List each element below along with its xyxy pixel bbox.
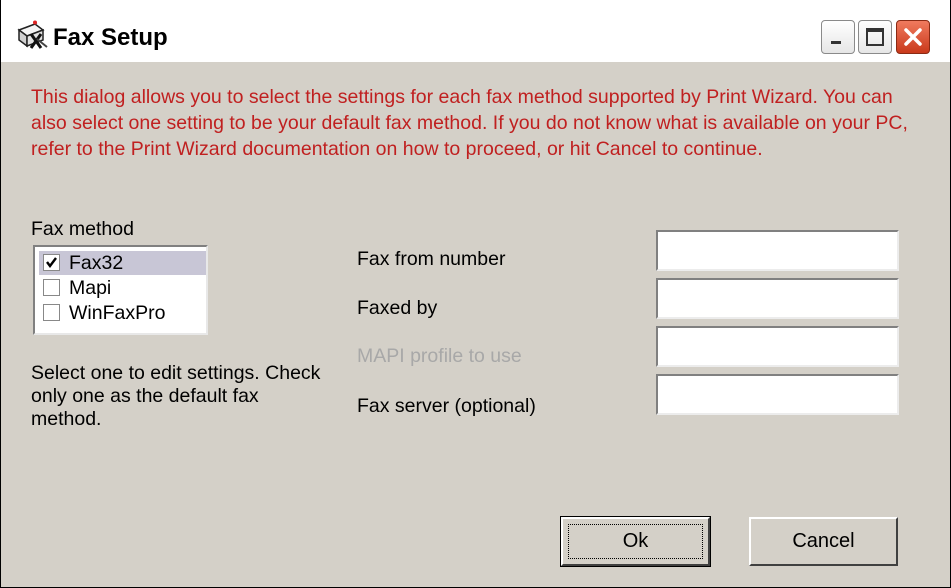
info-description: This dialog allows you to select the set…: [31, 86, 908, 160]
window-title: Fax Setup: [53, 24, 168, 51]
list-item-label: Fax32: [69, 252, 124, 274]
mapi-profile-label: MAPI profile to use: [357, 345, 522, 367]
ok-button[interactable]: Ok: [560, 516, 711, 567]
focus-rectangle: [568, 524, 703, 559]
fax-method-list[interactable]: Fax32 Mapi WinFaxPro: [33, 245, 208, 335]
list-item-winfaxpro[interactable]: WinFaxPro: [39, 301, 206, 325]
faxed-by-label: Faxed by: [357, 297, 438, 319]
cancel-button-label: Cancel: [792, 530, 855, 552]
mapi-profile-field[interactable]: [656, 326, 899, 367]
fax-from-number-label: Fax from number: [357, 248, 506, 270]
fax-server-field[interactable]: [656, 374, 899, 415]
fax-from-number-field[interactable]: [656, 230, 899, 271]
fax-setup-dialog: Fax Setup This dialog allows you to sele…: [0, 0, 951, 588]
fax32-checkbox[interactable]: [43, 254, 60, 271]
mapi-checkbox[interactable]: [43, 279, 60, 296]
list-item-mapi[interactable]: Mapi: [39, 276, 206, 300]
faxed-by-field[interactable]: [656, 278, 899, 319]
fax-server-label: Fax server (optional): [357, 395, 536, 417]
winfaxpro-checkbox[interactable]: [43, 304, 60, 321]
fax-machine-icon: [13, 20, 49, 52]
maximize-button[interactable]: [858, 20, 892, 54]
minimize-button[interactable]: [821, 20, 855, 54]
list-item-label: Mapi: [69, 277, 112, 299]
title-bar[interactable]: Fax Setup: [1, 0, 950, 62]
fax-method-hint: Select one to edit settings. Check only …: [31, 362, 321, 430]
list-item-fax32[interactable]: Fax32: [39, 251, 206, 275]
fax-method-label: Fax method: [31, 218, 134, 240]
close-button[interactable]: [896, 20, 930, 54]
cancel-button[interactable]: Cancel: [749, 517, 898, 566]
list-item-label: WinFaxPro: [69, 302, 166, 324]
